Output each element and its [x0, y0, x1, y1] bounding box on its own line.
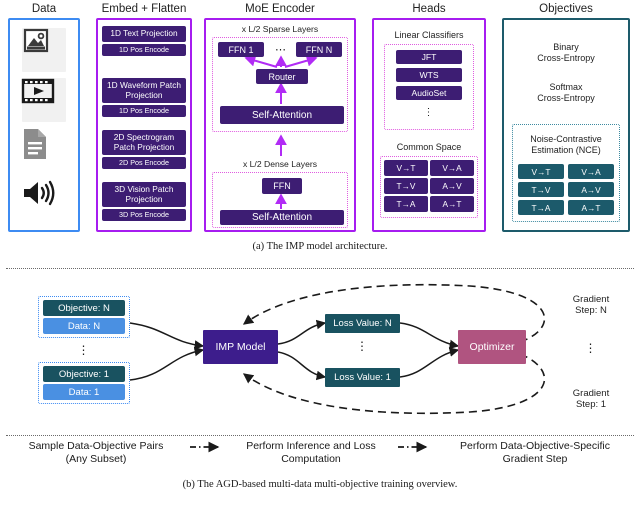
classifier-ellipsis: ⋮ — [423, 106, 435, 118]
nce-pair-v-to-a: V→A — [568, 164, 614, 179]
embed-flatten-column-box: 1D Text Projection 1D Pos Encode 1D Wave… — [96, 18, 192, 232]
panel-b-training-overview: Objective: N Data: N ⋮ Objective: 1 Data… — [0, 276, 640, 508]
classifier-wts: WTS — [396, 68, 462, 82]
dense-layers-label: x L/2 Dense Layers — [242, 159, 318, 169]
nce-pair-v-to-t: V→T — [518, 164, 564, 179]
ffn-last-box: FFN N — [296, 42, 342, 57]
nce-line1: Noise-Contrastive — [530, 134, 602, 144]
loss-value-n-box: Loss Value: N — [325, 314, 400, 333]
divider-bottom — [6, 435, 634, 436]
divider-top — [6, 268, 634, 269]
common-space-t-to-a: T→A — [384, 196, 428, 212]
gradient-step-n-line2: Step: N — [575, 305, 607, 316]
legend-2-line2: Computation — [281, 453, 341, 465]
self-attention-dense-box: Self-Attention — [220, 210, 344, 225]
nce-pair-t-to-v: T→V — [518, 182, 564, 197]
nce-pair-a-to-t: A→T — [568, 200, 614, 215]
objective-n-box: Objective: N — [43, 300, 125, 316]
common-space-title: Common Space — [396, 142, 462, 152]
gradient-step-1-line2: Step: 1 — [575, 399, 607, 410]
legend-3-line1: Perform Data-Objective-Specific — [460, 440, 610, 452]
pairs-ellipsis: ⋮ — [77, 343, 91, 357]
binary-cross-entropy-line2: Cross-Entropy — [537, 53, 595, 63]
embed-block-label: 2D Spectrogram Patch Projection — [102, 130, 186, 156]
data-1-box: Data: 1 — [43, 384, 125, 400]
caption-b: (b) The AGD-based multi-data multi-objec… — [182, 479, 458, 490]
document-icon — [22, 128, 66, 172]
embed-block-2d-spectrogram: 2D Spectrogram Patch Projection 2D Pos E… — [102, 130, 186, 170]
pos-encode-label: 2D Pos Encode — [102, 157, 186, 170]
objectives-column-box: Binary Cross-Entropy Softmax Cross-Entro… — [502, 18, 630, 232]
loss-value-1-box: Loss Value: 1 — [325, 368, 400, 387]
caption-a: (a) The IMP model architecture. — [252, 241, 388, 252]
column-title-moe: MoE Encoder — [245, 3, 315, 15]
column-title-heads: Heads — [412, 3, 446, 15]
classifier-audioset: AudioSet — [396, 86, 462, 100]
objective-1-box: Objective: 1 — [43, 366, 125, 382]
column-title-data: Data — [31, 3, 57, 15]
gradient-step-1-line1: Gradient — [572, 388, 610, 399]
legend-2-line1: Perform Inference and Loss — [246, 440, 376, 452]
ffn-first-box: FFN 1 — [218, 42, 264, 57]
gradient-step-n-line1: Gradient — [572, 294, 610, 305]
pos-encode-label: 3D Pos Encode — [102, 209, 186, 222]
optimizer-box: Optimizer — [458, 330, 526, 364]
embed-block-3d-vision: 3D Vision Patch Projection 3D Pos Encode — [102, 182, 186, 222]
common-space-a-to-t: A→T — [430, 196, 474, 212]
embed-block-label: 1D Text Projection — [102, 26, 186, 42]
router-box: Router — [256, 69, 308, 84]
embed-block-label: 3D Vision Patch Projection — [102, 182, 186, 208]
gradient-ellipsis: ⋮ — [584, 341, 598, 355]
audio-icon — [22, 178, 66, 222]
ffn-ellipsis: ⋯ — [275, 44, 287, 56]
common-space-t-to-v: T→V — [384, 178, 428, 194]
imp-model-box: IMP Model — [203, 330, 278, 364]
softmax-cross-entropy-line1: Softmax — [549, 82, 583, 92]
pos-encode-label: 1D Pos Encode — [102, 105, 186, 118]
self-attention-sparse-box: Self-Attention — [220, 106, 344, 124]
column-title-embed: Embed + Flatten — [101, 3, 187, 15]
embed-block-1d-text: 1D Text Projection 1D Pos Encode — [102, 26, 186, 56]
nce-pair-t-to-a: T→A — [518, 200, 564, 215]
video-icon — [21, 78, 66, 122]
embed-block-label: 1D Waveform Patch Projection — [102, 78, 186, 104]
data-n-box: Data: N — [43, 318, 125, 334]
embed-block-1d-waveform: 1D Waveform Patch Projection 1D Pos Enco… — [102, 78, 186, 118]
ffn-dense-box: FFN — [262, 178, 302, 194]
losses-ellipsis: ⋮ — [356, 339, 369, 353]
softmax-cross-entropy-line2: Cross-Entropy — [537, 93, 595, 103]
data-column-box — [8, 18, 80, 232]
classifier-jft: JFT — [396, 50, 462, 64]
binary-cross-entropy-line1: Binary — [553, 42, 579, 52]
column-title-objectives: Objectives — [539, 3, 593, 15]
moe-encoder-column-box: x L/2 Sparse Layers FFN 1 ⋯ FFN N Router… — [204, 18, 356, 232]
panel-a-model-architecture: Data Embed + Flatten MoE Encoder Heads O… — [0, 0, 640, 258]
common-space-v-to-a: V→A — [430, 160, 474, 176]
linear-classifiers-title: Linear Classifiers — [394, 30, 464, 40]
pos-encode-label: 1D Pos Encode — [102, 43, 186, 56]
nce-pair-a-to-v: A→V — [568, 182, 614, 197]
nce-line2: Estimation (NCE) — [531, 145, 601, 155]
legend-3-line2: Gradient Step — [502, 453, 568, 465]
common-space-v-to-t: V→T — [384, 160, 428, 176]
heads-column-box: Linear Classifiers JFT WTS AudioSet ⋮ Co… — [372, 18, 486, 232]
image-icon — [22, 28, 66, 72]
common-space-a-to-v: A→V — [430, 178, 474, 194]
